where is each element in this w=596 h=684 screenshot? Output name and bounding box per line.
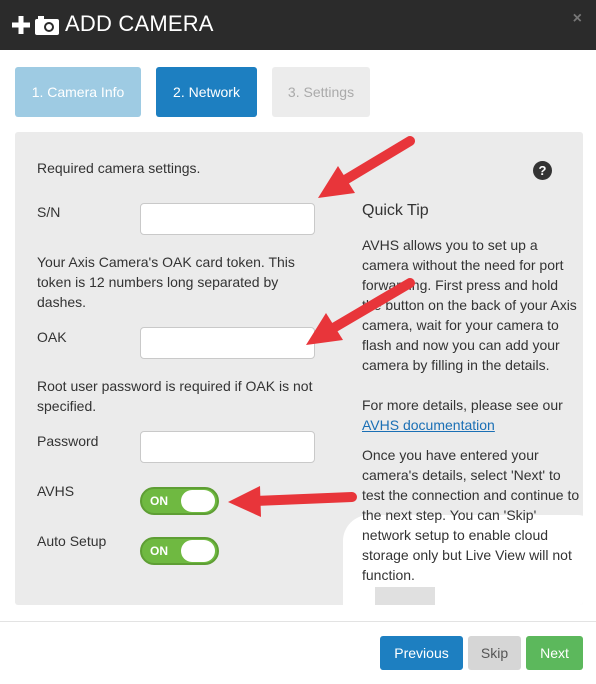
close-icon[interactable]: × bbox=[573, 10, 582, 28]
sn-input[interactable] bbox=[140, 203, 315, 235]
sn-label: S/N bbox=[37, 204, 61, 220]
quick-tip-title: Quick Tip bbox=[362, 202, 429, 219]
next-button[interactable]: Next bbox=[526, 636, 583, 670]
toggle-knob bbox=[181, 540, 215, 562]
footer-divider bbox=[0, 621, 596, 622]
step-camera-info[interactable]: 1. Camera Info bbox=[15, 67, 141, 117]
required-settings-intro: Required camera settings. bbox=[37, 160, 201, 176]
dialog-title: ADD CAMERA bbox=[65, 11, 214, 36]
avhs-toggle-state: ON bbox=[150, 494, 168, 508]
title-icons bbox=[12, 12, 60, 38]
quick-tip-description: AVHS allows you to set up a camera witho… bbox=[362, 237, 577, 373]
quick-tip-more-details: For more details, please see our AVHS do… bbox=[362, 395, 580, 435]
avhs-documentation-link[interactable]: AVHS documentation bbox=[362, 417, 495, 433]
auto-setup-label: Auto Setup bbox=[37, 533, 107, 549]
password-hint: Root user password is required if OAK is… bbox=[37, 378, 313, 414]
camera-icon bbox=[35, 16, 59, 35]
avhs-toggle[interactable]: ON bbox=[140, 487, 219, 515]
skip-button[interactable]: Skip bbox=[468, 636, 521, 670]
background-watermark-shape bbox=[375, 587, 435, 605]
previous-button[interactable]: Previous bbox=[380, 636, 463, 670]
question-circle-icon[interactable]: ? bbox=[533, 161, 552, 180]
plus-icon bbox=[12, 16, 30, 34]
auto-setup-toggle[interactable]: ON bbox=[140, 537, 219, 565]
avhs-label: AVHS bbox=[37, 483, 75, 499]
oak-input[interactable] bbox=[140, 327, 315, 359]
auto-setup-toggle-state: ON bbox=[150, 544, 168, 558]
toggle-knob bbox=[181, 490, 215, 512]
more-details-text: For more details, please see our bbox=[362, 397, 563, 413]
quick-tip-next-steps: Once you have entered your camera's deta… bbox=[362, 447, 580, 583]
step-settings: 3. Settings bbox=[272, 67, 370, 117]
dialog-title-bar: ADD CAMERA × bbox=[0, 0, 596, 50]
step-network[interactable]: 2. Network bbox=[156, 67, 257, 117]
oak-label: OAK bbox=[37, 329, 67, 345]
password-label: Password bbox=[37, 433, 99, 449]
password-input[interactable] bbox=[140, 431, 315, 463]
oak-hint: Your Axis Camera's OAK card token. This … bbox=[37, 254, 295, 310]
